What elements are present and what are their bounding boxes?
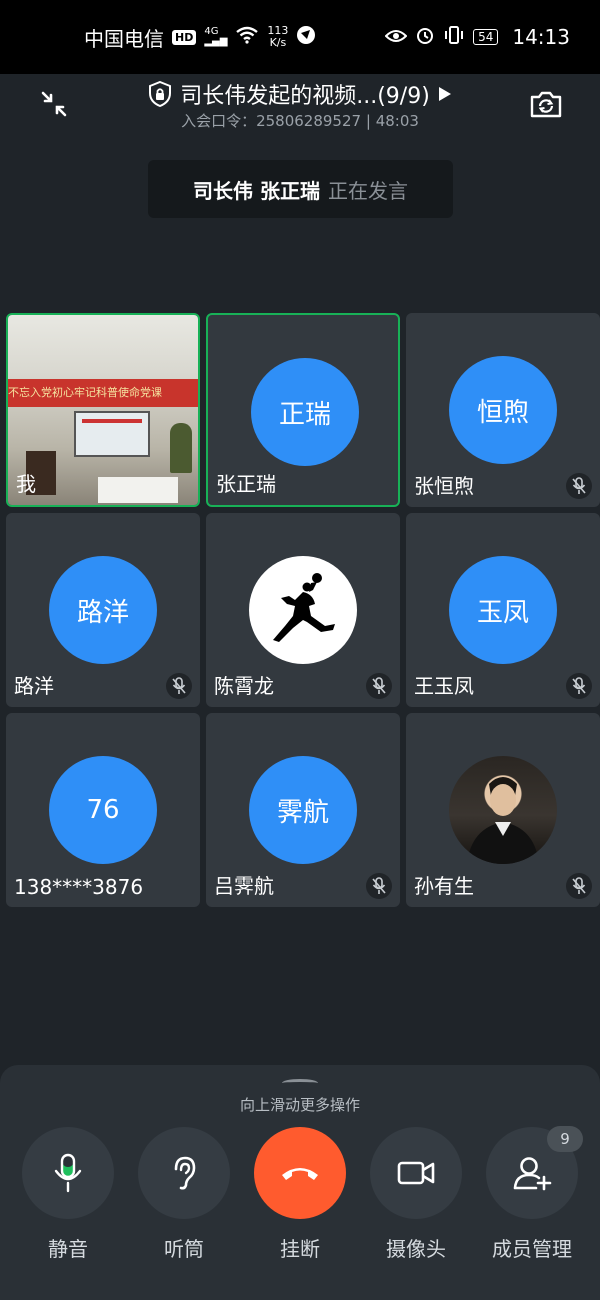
plant	[170, 423, 192, 473]
participant-tile[interactable]: 孙有生	[406, 713, 600, 907]
shield-lock-icon	[149, 81, 172, 107]
mic-muted-icon	[366, 873, 392, 899]
vibrate-icon	[443, 25, 465, 50]
wifi-icon	[235, 25, 259, 49]
notification-app-icon	[296, 25, 316, 50]
avatar: 玉凤	[449, 556, 557, 664]
status-bar: 中国电信 HD 4G ▂▄▆ 113 K/s 54 14:13	[0, 0, 600, 74]
battery-indicator: 54	[473, 29, 499, 45]
mute-button[interactable]	[22, 1127, 114, 1219]
mute-label: 静音	[48, 1237, 88, 1261]
participant-name: 吕霁航	[214, 874, 274, 898]
desk	[98, 477, 178, 503]
ear-icon	[174, 1156, 196, 1190]
member-management-label: 成员管理	[492, 1237, 572, 1261]
meeting-duration: 48:03	[375, 112, 419, 130]
camera-button[interactable]	[370, 1127, 462, 1219]
participant-name: 王玉凤	[414, 674, 474, 698]
participant-tile[interactable]: 玉凤 王玉凤	[406, 513, 600, 707]
mic-muted-icon	[166, 673, 192, 699]
control-panel[interactable]: 向上滑动更多操作 静音 听筒 挂断 摄像头 成员管理	[0, 1065, 600, 1300]
speaking-indicator: 司长伟 张正瑞 正在发言	[148, 160, 453, 218]
play-triangle-icon	[438, 87, 451, 101]
mic-muted-icon	[566, 673, 592, 699]
self-video-feed: 不忘入党初心牢记科普使命党课	[8, 315, 198, 505]
meeting-info: 入会口令：25806289527 | 48:03	[181, 112, 419, 130]
participant-tile[interactable]: 恒煦 张恒煦	[406, 313, 600, 507]
participant-name: 张正瑞	[216, 472, 276, 496]
participant-tile[interactable]: 正瑞 张正瑞	[206, 313, 400, 507]
hd-badge: HD	[172, 29, 197, 45]
mic-muted-icon	[566, 473, 592, 499]
participant-tile-self[interactable]: 不忘入党初心牢记科普使命党课 我	[6, 313, 200, 507]
meeting-title: 司长伟发起的视频...(9/9)	[180, 84, 430, 109]
meeting-code: 25806289527	[256, 112, 362, 130]
eye-comfort-icon	[384, 25, 408, 49]
meeting-title-row[interactable]: 司长伟发起的视频...(9/9)	[0, 78, 600, 110]
avatar: 正瑞	[251, 358, 359, 466]
hangup-phone-icon	[282, 1168, 318, 1180]
participant-name: 我	[16, 472, 36, 496]
hangup-button[interactable]	[254, 1127, 346, 1219]
projector-screen	[74, 411, 150, 457]
participant-name: 138****3876	[14, 875, 144, 899]
add-member-icon	[513, 1157, 552, 1191]
photo-avatar	[449, 756, 557, 864]
hangup-label: 挂断	[280, 1237, 320, 1261]
signal-icon: 4G ▂▄▆	[204, 26, 228, 47]
participant-name: 张恒煦	[414, 474, 474, 498]
speaking-status: 正在发言	[327, 178, 408, 203]
alarm-icon	[415, 25, 435, 50]
switch-camera-icon	[530, 91, 562, 118]
participant-tile[interactable]: 陈霄龙	[206, 513, 400, 707]
swipe-hint: 向上滑动更多操作	[239, 1096, 360, 1114]
participant-name: 孙有生	[414, 874, 474, 898]
earpiece-button[interactable]	[138, 1127, 230, 1219]
participant-tile[interactable]: 路洋 路洋	[6, 513, 200, 707]
carrier-label: 中国电信	[84, 26, 164, 51]
earpiece-label: 听筒	[164, 1237, 204, 1261]
microphone-icon	[54, 1153, 82, 1193]
jumpman-logo-avatar	[249, 556, 357, 664]
participant-tile[interactable]: 76 138****3876	[6, 713, 200, 907]
participant-tile[interactable]: 霁航 吕霁航	[206, 713, 400, 907]
avatar: 恒煦	[449, 356, 557, 464]
mic-muted-icon	[366, 673, 392, 699]
camera-label: 摄像头	[386, 1237, 446, 1261]
clock: 14:13	[512, 25, 570, 49]
mic-muted-icon	[566, 873, 592, 899]
avatar: 路洋	[49, 556, 157, 664]
member-count-badge: 9	[547, 1126, 583, 1152]
video-banner: 不忘入党初心牢记科普使命党课	[8, 379, 198, 407]
switch-camera-button[interactable]	[526, 84, 566, 124]
participant-name: 路洋	[14, 674, 54, 698]
participant-name: 陈霄龙	[214, 674, 274, 698]
network-speed: 113 K/s	[267, 24, 289, 49]
avatar: 76	[49, 756, 157, 864]
video-camera-icon	[397, 1161, 435, 1185]
drag-handle-icon[interactable]	[282, 1079, 318, 1087]
avatar: 霁航	[249, 756, 357, 864]
speaker-names: 司长伟 张正瑞	[193, 178, 320, 203]
